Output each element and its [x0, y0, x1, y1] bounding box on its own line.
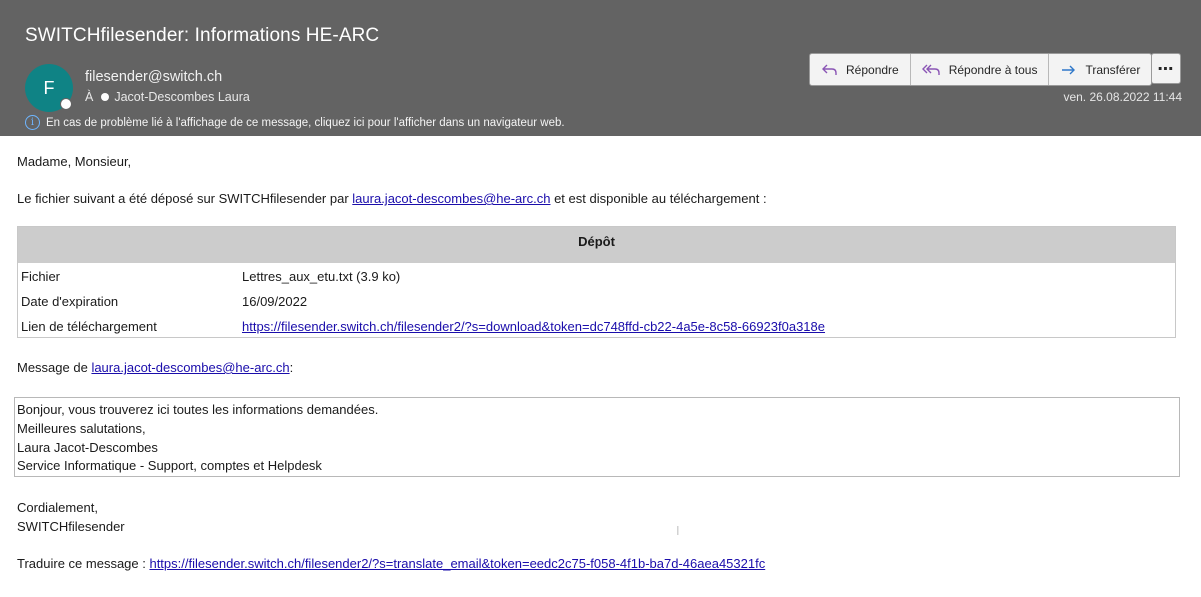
message-body: Madame, Monsieur, Le fichier suivant a é… — [0, 136, 1201, 597]
reply-actions-group: Répondre Répondre à tous Transférer — [809, 53, 1153, 86]
received-date: ven. 26.08.2022 11:44 — [1063, 90, 1182, 104]
sender-address[interactable]: filesender@switch.ch — [85, 69, 222, 85]
personal-message-box: Bonjour, vous trouverez ici toutes les i… — [14, 397, 1180, 477]
uploader-email-link[interactable]: laura.jacot-descombes@he-arc.ch — [352, 191, 550, 206]
more-actions-button[interactable]: ⋯ — [1151, 53, 1181, 84]
row-key: Fichier — [21, 269, 61, 284]
recipient-presence-icon — [101, 93, 110, 101]
notice-text[interactable]: En cas de problème lié à l'affichage de … — [46, 117, 565, 129]
translate-line: Traduire ce message : https://filesender… — [17, 556, 765, 571]
intro-paragraph: Le fichier suivant a été déposé sur SWIT… — [17, 191, 767, 206]
message-line: Service Informatique - Support, comptes … — [17, 458, 322, 474]
expiration-date: 16/09/2022 — [242, 294, 308, 309]
colon: : — [289, 360, 294, 375]
presence-status-icon — [60, 98, 72, 110]
message-from-label: Message de — [17, 360, 92, 375]
intro-text: Le fichier suivant a été déposé sur SWIT… — [17, 191, 353, 206]
reply-all-icon — [921, 64, 940, 75]
message-line: Laura Jacot-Descombes — [17, 439, 158, 455]
table-header: Dépôt — [18, 227, 1175, 263]
email-subject: SWITCHfilesender: Informations HE-ARC — [25, 25, 380, 46]
info-icon: i — [25, 115, 40, 130]
browser-view-notice[interactable]: i En cas de problème lié à l'affichage d… — [25, 115, 565, 130]
message-line: Meilleures salutations, — [17, 420, 146, 436]
row-key: Lien de téléchargement — [21, 319, 157, 334]
row-key: Date d'expiration — [21, 294, 119, 309]
forward-icon — [1062, 65, 1076, 74]
to-label: À — [85, 90, 94, 104]
intro-text-end: et est disponible au téléchargement : — [550, 191, 767, 206]
reply-button[interactable]: Répondre — [810, 54, 911, 85]
translate-link[interactable]: https://filesender.switch.ch/filesender2… — [149, 556, 765, 571]
download-link[interactable]: https://filesender.switch.ch/filesender2… — [242, 319, 825, 334]
text-cursor-icon: I — [676, 523, 680, 538]
deposit-table: Dépôt Fichier Lettres_aux_etu.txt (3.9 k… — [17, 226, 1176, 338]
translate-label: Traduire ce message : — [17, 556, 150, 571]
signature: SWITCHfilesender — [17, 519, 125, 534]
message-line: Bonjour, vous trouverez ici toutes les i… — [17, 402, 379, 417]
greeting: Madame, Monsieur, — [17, 154, 132, 169]
message-from-line: Message de laura.jacot-descombes@he-arc.… — [17, 360, 293, 375]
message-header: SWITCHfilesender: Informations HE-ARC F … — [0, 0, 1201, 136]
recipient-row: À Jacot-Descombes Laura — [85, 90, 250, 104]
reply-icon — [822, 64, 837, 75]
forward-label: Transférer — [1085, 62, 1141, 77]
file-name: Lettres_aux_etu.txt (3.9 ko) — [242, 269, 401, 284]
closing: Cordialement, — [17, 500, 98, 515]
reply-label: Répondre — [846, 62, 899, 77]
forward-button[interactable]: Transférer — [1049, 54, 1151, 85]
recipient-name[interactable]: Jacot-Descombes Laura — [114, 90, 249, 104]
reply-all-label: Répondre à tous — [948, 62, 1038, 77]
reply-all-button[interactable]: Répondre à tous — [911, 54, 1050, 85]
sender-email-link[interactable]: laura.jacot-descombes@he-arc.ch — [91, 360, 289, 375]
